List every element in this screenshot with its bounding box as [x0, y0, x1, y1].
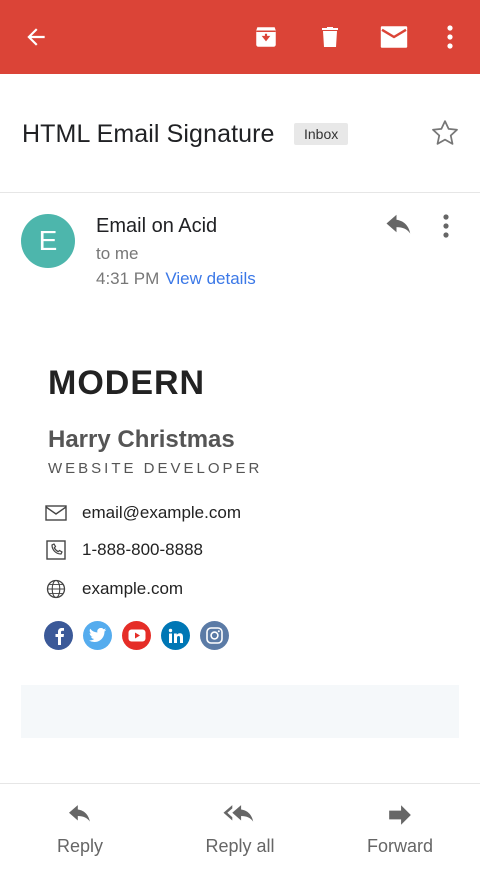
sender-name: Email on Acid — [96, 215, 218, 237]
youtube-icon[interactable] — [122, 621, 151, 650]
signature-name: Harry Christmas — [48, 426, 235, 453]
contact-phone[interactable]: 1-888-800-8888 — [44, 537, 203, 563]
email-subject: HTML Email Signature — [22, 120, 275, 148]
more-vert-icon — [447, 25, 453, 49]
trash-icon — [322, 27, 338, 47]
subject-row: HTML Email Signature Inbox — [0, 74, 480, 193]
reply-all-label: Reply all — [205, 836, 275, 856]
contact-phone-text: 1-888-800-8888 — [82, 540, 203, 559]
inbox-label[interactable]: Inbox — [294, 123, 349, 145]
mail-icon — [380, 26, 408, 48]
delete-button[interactable] — [306, 0, 354, 74]
reply-icon — [69, 805, 90, 822]
app-bar — [0, 0, 480, 74]
message-more-button[interactable] — [442, 213, 450, 244]
star-icon — [432, 120, 458, 145]
reply-button-header[interactable] — [384, 213, 414, 244]
bottom-action-bar: Reply Reply all Forward — [0, 783, 480, 891]
view-details-link[interactable]: View details — [165, 269, 255, 288]
contact-email[interactable]: email@example.com — [44, 500, 241, 526]
contact-email-text: email@example.com — [82, 503, 241, 522]
phone-icon — [44, 538, 68, 562]
forward-button[interactable]: Forward — [320, 784, 480, 891]
contact-website-text: example.com — [82, 579, 184, 598]
email-meta: 4:31 PM View details — [96, 269, 256, 289]
signature-title: WEBSITE DEVELOPER — [48, 460, 263, 477]
archive-icon — [256, 27, 276, 47]
reply-all-icon — [223, 805, 254, 822]
star-button[interactable] — [430, 118, 460, 153]
archive-button[interactable] — [242, 0, 290, 74]
forward-label: Forward — [366, 836, 433, 856]
sender-avatar[interactable]: E — [21, 214, 75, 268]
reply-icon — [386, 214, 411, 234]
reply-label: Reply — [56, 836, 104, 856]
email-time: 4:31 PM — [96, 269, 160, 288]
back-arrow-icon — [27, 28, 45, 46]
forward-arrow-icon — [389, 805, 411, 825]
social-links — [44, 621, 239, 650]
sender-header: E Email on Acid to me 4:31 PM View detail… — [0, 193, 480, 293]
signature-logo: MODERN — [48, 364, 206, 402]
twitter-icon[interactable] — [83, 621, 112, 650]
more-options-button[interactable] — [426, 0, 474, 74]
facebook-icon[interactable] — [44, 621, 73, 650]
recipient-text: to me — [96, 244, 139, 263]
contact-website[interactable]: example.com — [44, 576, 183, 602]
mark-unread-button[interactable] — [370, 0, 418, 74]
reply-all-button[interactable]: Reply all — [160, 784, 320, 891]
envelope-icon — [44, 501, 68, 525]
signature-footer-box — [21, 685, 459, 738]
linkedin-icon[interactable] — [161, 621, 190, 650]
more-vert-icon — [443, 214, 449, 238]
instagram-icon[interactable] — [200, 621, 229, 650]
back-button[interactable] — [12, 0, 60, 74]
reply-button[interactable]: Reply — [0, 784, 160, 891]
globe-icon — [44, 577, 68, 601]
